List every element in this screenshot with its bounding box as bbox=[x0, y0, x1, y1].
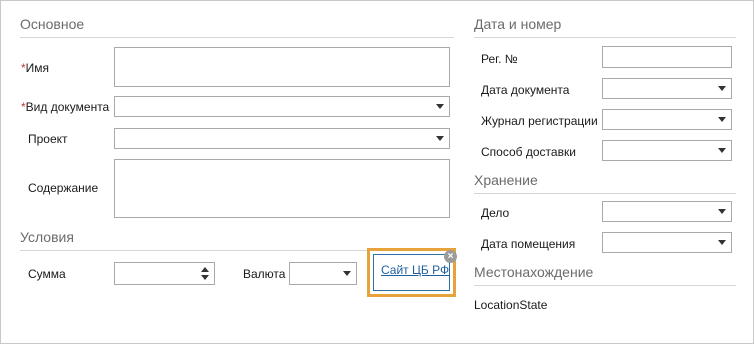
doc-type-select[interactable] bbox=[114, 96, 450, 117]
journal-label: Журнал регистрации bbox=[481, 114, 598, 128]
placement-date-select[interactable] bbox=[602, 232, 732, 253]
section-location-divider bbox=[474, 285, 736, 286]
sum-stepper[interactable] bbox=[114, 262, 215, 285]
section-main-divider bbox=[20, 37, 454, 38]
section-date-number-divider bbox=[474, 37, 736, 38]
doc-type-label: *Вид документа bbox=[21, 100, 110, 114]
spin-up-icon[interactable] bbox=[201, 267, 209, 272]
section-conditions-title: Условия bbox=[20, 229, 74, 245]
spin-down-icon[interactable] bbox=[201, 275, 209, 280]
reg-no-input[interactable] bbox=[602, 46, 732, 68]
cbr-link[interactable]: Сайт ЦБ РФ bbox=[381, 263, 449, 277]
delivery-select[interactable] bbox=[602, 140, 732, 161]
currency-select[interactable] bbox=[289, 262, 357, 285]
journal-select[interactable] bbox=[602, 109, 732, 130]
content-textarea[interactable] bbox=[114, 159, 450, 218]
currency-label: Валюта bbox=[243, 267, 286, 281]
reg-no-label: Рег. № bbox=[481, 52, 518, 66]
case-select[interactable] bbox=[602, 201, 732, 222]
delivery-label: Способ доставки bbox=[481, 145, 576, 159]
name-input[interactable] bbox=[114, 47, 450, 87]
name-label: *Имя bbox=[21, 61, 50, 75]
location-state-value: LocationState bbox=[474, 298, 548, 312]
chevron-down-icon bbox=[343, 271, 351, 276]
sum-label: Сумма bbox=[28, 267, 66, 281]
chevron-down-icon bbox=[436, 136, 444, 141]
chevron-down-icon bbox=[718, 148, 726, 153]
section-storage-title: Хранение bbox=[474, 172, 538, 188]
placement-date-label: Дата помещения bbox=[481, 237, 576, 251]
chevron-down-icon bbox=[718, 86, 726, 91]
section-date-number-title: Дата и номер bbox=[474, 16, 562, 32]
chevron-down-icon bbox=[436, 104, 444, 109]
chevron-down-icon bbox=[718, 117, 726, 122]
chevron-down-icon bbox=[718, 209, 726, 214]
doc-date-select[interactable] bbox=[602, 78, 732, 99]
close-icon[interactable]: × bbox=[444, 250, 457, 263]
section-location-title: Местонахождение bbox=[474, 264, 594, 280]
project-select[interactable] bbox=[114, 128, 450, 149]
content-label: Содержание bbox=[28, 181, 99, 195]
section-storage-divider bbox=[474, 193, 736, 194]
case-label: Дело bbox=[481, 206, 510, 220]
project-label: Проект bbox=[28, 132, 68, 146]
section-main-title: Основное bbox=[20, 16, 85, 32]
chevron-down-icon bbox=[718, 240, 726, 245]
doc-date-label: Дата документа bbox=[481, 83, 570, 97]
